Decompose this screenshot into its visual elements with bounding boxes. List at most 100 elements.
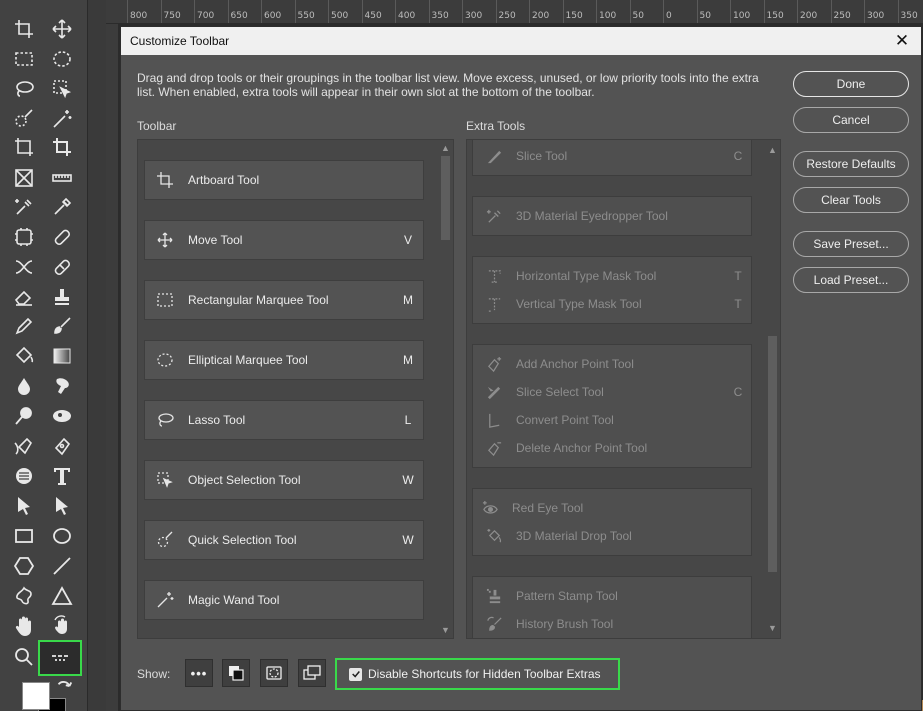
eyedropper-tool-icon[interactable] bbox=[48, 194, 76, 220]
content-aware-move-tool-icon[interactable] bbox=[10, 254, 38, 280]
gradient-tool-icon[interactable] bbox=[48, 343, 76, 369]
extra-item-slice[interactable]: Slice Tool C bbox=[473, 142, 751, 170]
scroll-down-icon[interactable]: ▼ bbox=[440, 624, 451, 636]
rect-marquee-tool-icon[interactable] bbox=[10, 46, 38, 72]
close-icon[interactable]: ✕ bbox=[891, 30, 913, 52]
magic-wand-tool-icon[interactable] bbox=[48, 106, 76, 132]
scroll-up-icon[interactable]: ▲ bbox=[440, 142, 451, 154]
tool-shortcut: W bbox=[402, 533, 414, 547]
eyedropper-3d-tool-icon[interactable] bbox=[10, 194, 38, 220]
crop-tool-icon[interactable] bbox=[48, 134, 76, 160]
toolbar-list[interactable]: Artboard Tool Move Tool V Rectangular Ma… bbox=[137, 139, 454, 639]
show-extra-tools-button[interactable]: ••• bbox=[185, 659, 213, 687]
extra-list-scrollbar[interactable]: ▲ ▼ bbox=[767, 140, 778, 638]
freeform-pen-tool-icon[interactable] bbox=[10, 433, 38, 459]
rotate-view-tool-icon[interactable] bbox=[48, 613, 76, 639]
scrollbar-thumb[interactable] bbox=[441, 156, 450, 240]
extra-item-v-type-mask[interactable]: Vertical Type Mask Tool T bbox=[473, 290, 751, 318]
extra-group[interactable]: Horizontal Type Mask Tool T Vertical Typ… bbox=[472, 256, 752, 324]
extra-item-convert-point[interactable]: Convert Point Tool bbox=[473, 406, 751, 434]
pen-tool-icon[interactable] bbox=[48, 433, 76, 459]
save-preset-button[interactable]: Save Preset... bbox=[793, 231, 909, 257]
cancel-button[interactable]: Cancel bbox=[793, 107, 909, 133]
scrollbar-thumb[interactable] bbox=[768, 336, 777, 572]
path-selection-tool-icon[interactable] bbox=[10, 493, 38, 519]
brush-tool-icon[interactable] bbox=[48, 313, 76, 339]
perspective-crop-tool-icon[interactable] bbox=[10, 134, 38, 160]
rectangle-tool-icon[interactable] bbox=[10, 523, 38, 549]
ruler-tick-line bbox=[763, 0, 765, 23]
burn-tool-icon[interactable] bbox=[48, 403, 76, 429]
smudge-tool-icon[interactable] bbox=[48, 373, 76, 399]
swap-colors-icon[interactable] bbox=[54, 678, 74, 696]
toolbar-item-move[interactable]: Move Tool V bbox=[144, 220, 424, 260]
healing-brush-tool-icon[interactable] bbox=[48, 224, 76, 250]
3d-object-tool-icon[interactable] bbox=[10, 463, 38, 489]
hand-tool-icon[interactable] bbox=[10, 613, 38, 639]
clear-tools-button[interactable]: Clear Tools bbox=[793, 187, 909, 213]
extra-item-add-anchor[interactable]: Add Anchor Point Tool bbox=[473, 350, 751, 378]
direct-selection-tool-icon[interactable] bbox=[48, 493, 76, 519]
pencil-tool-icon[interactable] bbox=[10, 313, 38, 339]
ellipse-tool-icon[interactable] bbox=[48, 523, 76, 549]
toolbar-list-scrollbar[interactable]: ▲ ▼ bbox=[440, 140, 451, 638]
object-selection-tool-icon[interactable] bbox=[48, 76, 76, 102]
toolbar-item-lasso[interactable]: Lasso Tool L bbox=[144, 400, 424, 440]
edit-toolbar-icon[interactable] bbox=[38, 640, 82, 676]
extra-item-history-brush[interactable]: History Brush Tool bbox=[473, 610, 751, 638]
toolbar-item-rect-marquee[interactable]: Rectangular Marquee Tool M bbox=[144, 280, 424, 320]
clone-stamp-tool-icon[interactable] bbox=[48, 284, 76, 310]
done-button[interactable]: Done bbox=[793, 71, 909, 97]
type-tool-icon[interactable] bbox=[48, 463, 76, 489]
blur-tool-icon[interactable] bbox=[10, 373, 38, 399]
dodge-tool-icon[interactable] bbox=[10, 403, 38, 429]
disable-shortcuts-option[interactable]: Disable Shortcuts for Hidden Toolbar Ext… bbox=[335, 658, 620, 690]
ruler-tick-label: 50 bbox=[699, 11, 711, 21]
show-color-swatch-button[interactable] bbox=[222, 659, 250, 687]
eraser-tool-icon[interactable] bbox=[10, 284, 38, 310]
frame-tool-icon[interactable] bbox=[10, 165, 38, 191]
extra-group[interactable]: Add Anchor Point Tool Slice Select Tool … bbox=[472, 344, 752, 468]
ellipse-marquee-tool-icon[interactable] bbox=[48, 46, 76, 72]
extra-item-material-drop[interactable]: 3D Material Drop Tool bbox=[473, 522, 751, 550]
slice-icon bbox=[483, 145, 505, 167]
scroll-down-icon[interactable]: ▼ bbox=[767, 622, 778, 634]
toolbar-item-object-selection[interactable]: Object Selection Tool W bbox=[144, 460, 424, 500]
triangle-tool-icon[interactable] bbox=[48, 583, 76, 609]
extra-group[interactable]: 3D Material Eyedropper Tool bbox=[472, 196, 752, 236]
foreground-color-swatch[interactable] bbox=[22, 682, 50, 710]
ruler-tool-icon[interactable] bbox=[48, 165, 76, 191]
restore-defaults-button[interactable]: Restore Defaults bbox=[793, 151, 909, 177]
show-screen-mode-button[interactable] bbox=[298, 659, 326, 687]
extra-group[interactable]: Pattern Stamp Tool History Brush Tool bbox=[472, 576, 752, 638]
custom-shape-tool-icon[interactable] bbox=[10, 583, 38, 609]
extra-item-red-eye[interactable]: Red Eye Tool bbox=[473, 494, 751, 522]
dialog-title: Customize Toolbar bbox=[130, 34, 230, 48]
patch-tool-icon[interactable] bbox=[48, 254, 76, 280]
polygon-tool-icon[interactable] bbox=[10, 553, 38, 579]
quick-selection-tool-icon[interactable] bbox=[10, 106, 38, 132]
toolbar-item-magic-wand[interactable]: Magic Wand Tool bbox=[144, 580, 424, 620]
move-tool-icon[interactable] bbox=[48, 16, 76, 42]
lasso-tool-icon[interactable] bbox=[10, 76, 38, 102]
show-quick-mask-button[interactable] bbox=[260, 659, 288, 687]
line-tool-icon[interactable] bbox=[48, 553, 76, 579]
extra-item-delete-anchor[interactable]: Delete Anchor Point Tool bbox=[473, 434, 751, 462]
extra-group[interactable]: Red Eye Tool 3D Material Drop Tool bbox=[472, 488, 752, 556]
toolbar-item-quick-selection[interactable]: Quick Selection Tool W bbox=[144, 520, 424, 560]
artboard-tool-icon[interactable] bbox=[10, 16, 38, 42]
extra-item-slice-select[interactable]: Slice Select Tool C bbox=[473, 378, 751, 406]
zoom-tool-icon[interactable] bbox=[10, 644, 38, 670]
paint-bucket-tool-icon[interactable] bbox=[10, 343, 38, 369]
extra-item-h-type-mask[interactable]: Horizontal Type Mask Tool T bbox=[473, 262, 751, 290]
load-preset-button[interactable]: Load Preset... bbox=[793, 267, 909, 293]
extra-item-pattern-stamp[interactable]: Pattern Stamp Tool bbox=[473, 582, 751, 610]
toolbar-item-artboard[interactable]: Artboard Tool bbox=[144, 160, 424, 200]
scroll-up-icon[interactable]: ▲ bbox=[767, 144, 778, 156]
extra-item-3d-eyedropper[interactable]: 3D Material Eyedropper Tool bbox=[473, 202, 751, 230]
toolbar-item-ellipse-marquee[interactable]: Elliptical Marquee Tool M bbox=[144, 340, 424, 380]
spot-healing-tool-icon[interactable] bbox=[10, 224, 38, 250]
extra-group[interactable]: Slice Tool C bbox=[472, 140, 752, 176]
extra-tools-list[interactable]: Slice Tool C 3D Material Eyedropper Tool… bbox=[466, 139, 781, 639]
disable-shortcuts-checkbox[interactable] bbox=[349, 667, 362, 681]
